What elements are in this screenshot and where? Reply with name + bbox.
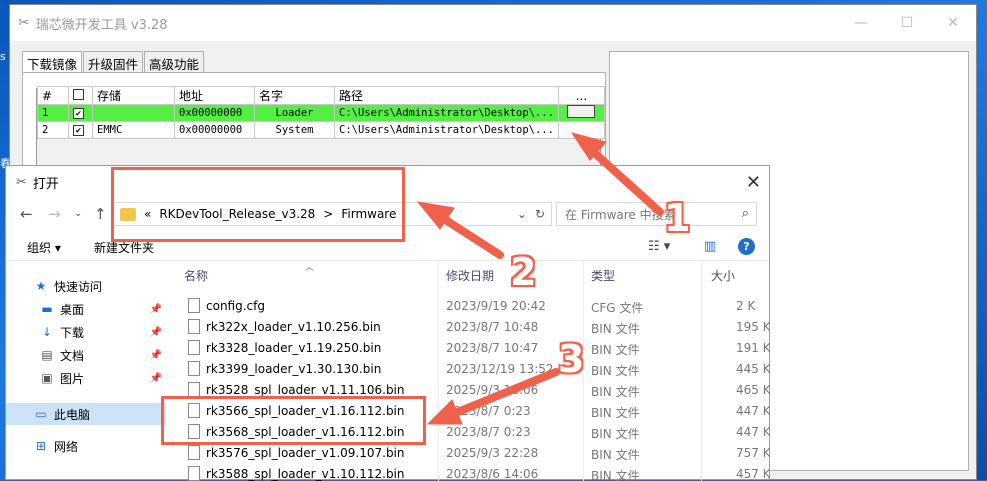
step-number-1: 1: [664, 196, 691, 240]
arrow-step-3: [444, 368, 560, 420]
step-number-2: 2: [510, 250, 537, 294]
arrowhead-icon: [426, 399, 463, 425]
annotation-arrows: [416, 132, 664, 425]
arrow-step-1: [584, 143, 664, 216]
arrow-step-2: [434, 211, 504, 259]
step-number-3: 3: [558, 337, 585, 381]
